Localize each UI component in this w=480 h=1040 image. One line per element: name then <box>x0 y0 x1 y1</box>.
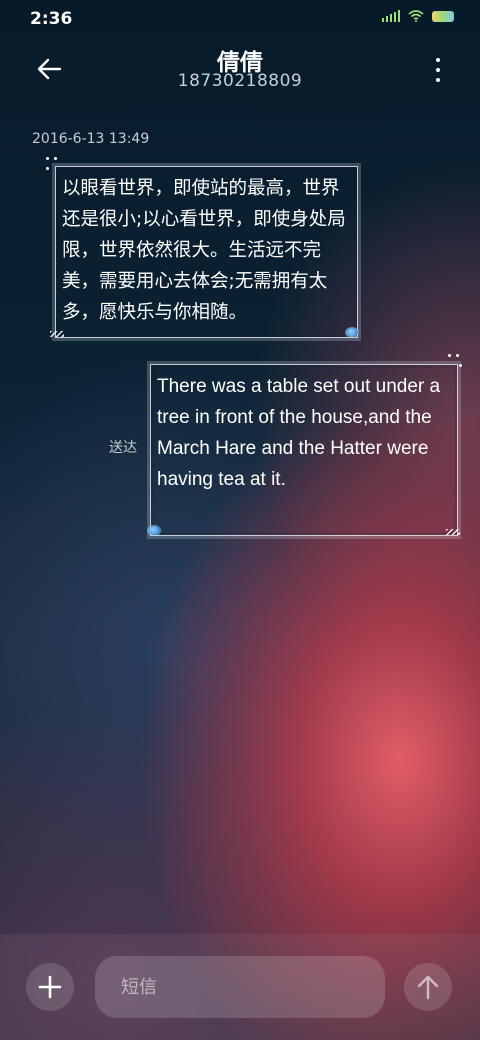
status-time: 2:36 <box>30 9 73 29</box>
plus-icon <box>38 975 62 999</box>
bubble-decoration <box>50 331 64 337</box>
planet-icon <box>148 526 160 535</box>
message-text: 以眼看世界，即使站的最高，世界还是很小;以心看世界，即使身处局限，世界依然很大。… <box>62 178 346 323</box>
signal-icon <box>382 10 400 22</box>
message-text: There was a table set out under a tree i… <box>157 376 441 490</box>
message-bubble-incoming[interactable]: 以眼看世界，即使站的最高，世界还是很小;以心看世界，即使身处局限，世界依然很大。… <box>55 166 358 338</box>
planet-icon <box>346 328 358 337</box>
status-bar: 2:36 <box>0 0 480 40</box>
arrow-up-icon <box>417 975 439 1000</box>
wifi-icon <box>408 10 424 22</box>
conversation-header: 倩倩 18730218809 <box>0 40 480 100</box>
send-button[interactable] <box>404 963 452 1011</box>
message-timestamp: 2016-6-13 13:49 <box>32 131 150 147</box>
more-options-button[interactable] <box>432 58 444 82</box>
delivery-status: 送达 <box>109 440 137 456</box>
more-vertical-icon <box>436 58 440 62</box>
status-icons <box>382 10 454 22</box>
contact-number: 18730218809 <box>177 71 303 91</box>
add-attachment-button[interactable] <box>26 963 74 1011</box>
bubble-decoration <box>446 529 460 535</box>
message-input[interactable] <box>95 956 385 1018</box>
message-bubble-outgoing[interactable]: There was a table set out under a tree i… <box>150 364 458 536</box>
battery-icon <box>432 10 454 22</box>
